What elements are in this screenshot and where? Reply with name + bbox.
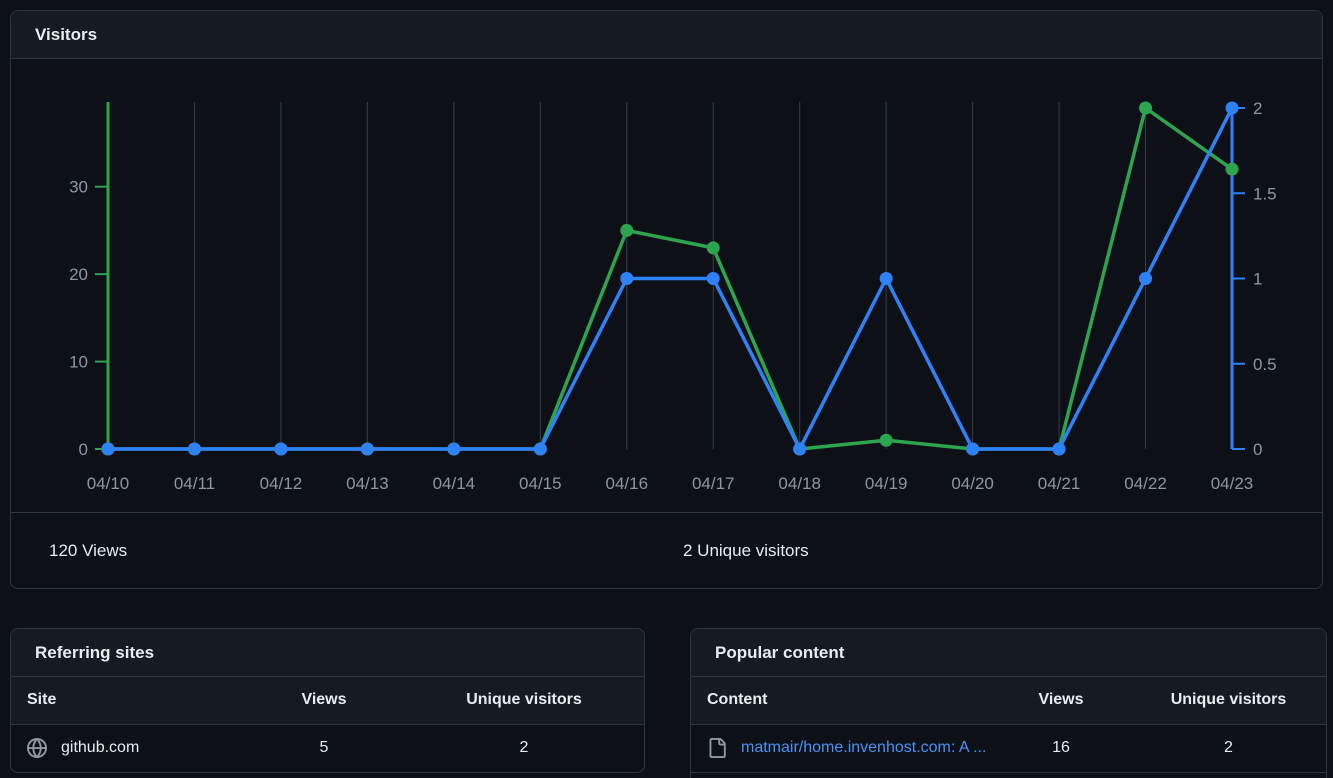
referring-sites-card: Referring sites Site Views Unique visito… xyxy=(10,628,645,773)
data-point-unique-visitors xyxy=(707,272,720,285)
x-axis-label: 04/16 xyxy=(605,474,648,493)
referring-sites-table: Site Views Unique visitors github.com 5 … xyxy=(11,677,644,773)
x-axis-label: 04/22 xyxy=(1124,474,1167,493)
column-header-content: Content xyxy=(691,677,991,724)
right-axis-tick-label: 2 xyxy=(1253,99,1262,118)
data-point-views xyxy=(707,241,720,254)
left-axis-tick-label: 30 xyxy=(69,178,88,197)
popular-content-table: Content Views Unique visitors matmair/ho… xyxy=(691,677,1326,773)
x-axis-label: 04/23 xyxy=(1211,474,1254,493)
popular-content-views: 16 xyxy=(991,724,1131,772)
globe-icon xyxy=(27,738,47,758)
right-axis-tick-label: 0.5 xyxy=(1253,355,1277,374)
series-line-unique-visitors xyxy=(108,108,1232,449)
referring-site-name: github.com xyxy=(61,739,139,757)
visitors-panel-header: Visitors xyxy=(11,11,1322,59)
visitors-summary: 120 Views 2 Unique visitors xyxy=(11,512,1322,589)
column-header-site: Site xyxy=(11,677,244,724)
file-icon xyxy=(707,738,727,758)
x-axis-label: 04/15 xyxy=(519,474,562,493)
x-axis-label: 04/21 xyxy=(1038,474,1081,493)
visitors-chart: 0 10 20 30 0 0.5 1 1.5 2 04/10 04/11 04/12 04/13 04/1… xyxy=(11,59,1322,512)
total-views-stat: 120 Views xyxy=(49,541,127,561)
data-point-unique-visitors xyxy=(361,443,374,456)
data-point-unique-visitors xyxy=(447,443,460,456)
referring-site-unique: 2 xyxy=(404,724,644,772)
visitors-title: Visitors xyxy=(35,25,97,45)
x-axis-label: 04/10 xyxy=(87,474,130,493)
x-axis-label: 04/19 xyxy=(865,474,908,493)
referring-site-views: 5 xyxy=(244,724,404,772)
data-point-unique-visitors xyxy=(1139,272,1152,285)
referring-sites-header: Referring sites xyxy=(11,629,644,677)
data-point-unique-visitors xyxy=(274,443,287,456)
left-axis-tick-label: 10 xyxy=(69,353,88,372)
visitors-panel: Visitors 0 10 20 30 0 0.5 1 1.5 2 04/10 04/11 04/12… xyxy=(10,10,1323,589)
popular-content-unique: 2 xyxy=(1131,724,1326,772)
column-header-views: Views xyxy=(991,677,1131,724)
left-axis-tick-label: 20 xyxy=(69,265,88,284)
data-point-unique-visitors xyxy=(793,443,806,456)
column-header-unique-visitors: Unique visitors xyxy=(404,677,644,724)
data-point-views xyxy=(1226,163,1239,176)
right-axis-tick-label: 1.5 xyxy=(1253,184,1277,203)
popular-content-header-row: Content Views Unique visitors xyxy=(691,677,1326,724)
data-point-unique-visitors xyxy=(620,272,633,285)
column-header-unique-visitors: Unique visitors xyxy=(1131,677,1326,724)
table-row: github.com 5 2 xyxy=(11,724,644,772)
referring-sites-title: Referring sites xyxy=(35,643,154,663)
x-axis-label: 04/11 xyxy=(174,474,215,493)
data-point-views xyxy=(1139,102,1152,115)
data-point-unique-visitors xyxy=(1053,443,1066,456)
data-point-unique-visitors xyxy=(1226,102,1239,115)
left-axis-tick-label: 0 xyxy=(79,440,88,459)
x-axis-label: 04/17 xyxy=(692,474,735,493)
visitors-chart-canvas: 0 10 20 30 0 0.5 1 1.5 2 04/10 04/11 04/12 04/13 04/1… xyxy=(11,59,1322,512)
popular-content-card: Popular content Content Views Unique vis… xyxy=(690,628,1327,778)
popular-content-header: Popular content xyxy=(691,629,1326,677)
total-unique-visitors-stat: 2 Unique visitors xyxy=(683,541,809,561)
x-axis-label: 04/12 xyxy=(260,474,303,493)
data-point-unique-visitors xyxy=(534,443,547,456)
referring-sites-header-row: Site Views Unique visitors xyxy=(11,677,644,724)
popular-content-link[interactable]: matmair/home.invenhost.com: A ... xyxy=(741,739,986,757)
right-axis-tick-label: 1 xyxy=(1253,270,1262,289)
x-axis-label: 04/13 xyxy=(346,474,389,493)
column-header-views: Views xyxy=(244,677,404,724)
x-axis-label: 04/20 xyxy=(951,474,994,493)
data-point-views xyxy=(880,434,893,447)
data-point-unique-visitors xyxy=(188,443,201,456)
data-point-unique-visitors xyxy=(102,443,115,456)
popular-content-title: Popular content xyxy=(715,643,844,663)
data-point-unique-visitors xyxy=(966,443,979,456)
x-axis-label: 04/18 xyxy=(778,474,821,493)
data-point-views xyxy=(620,224,633,237)
data-point-unique-visitors xyxy=(880,272,893,285)
x-axis-label: 04/14 xyxy=(433,474,476,493)
table-row: matmair/home.invenhost.com: A ... 16 2 xyxy=(691,724,1326,772)
right-axis-tick-label: 0 xyxy=(1253,440,1262,459)
